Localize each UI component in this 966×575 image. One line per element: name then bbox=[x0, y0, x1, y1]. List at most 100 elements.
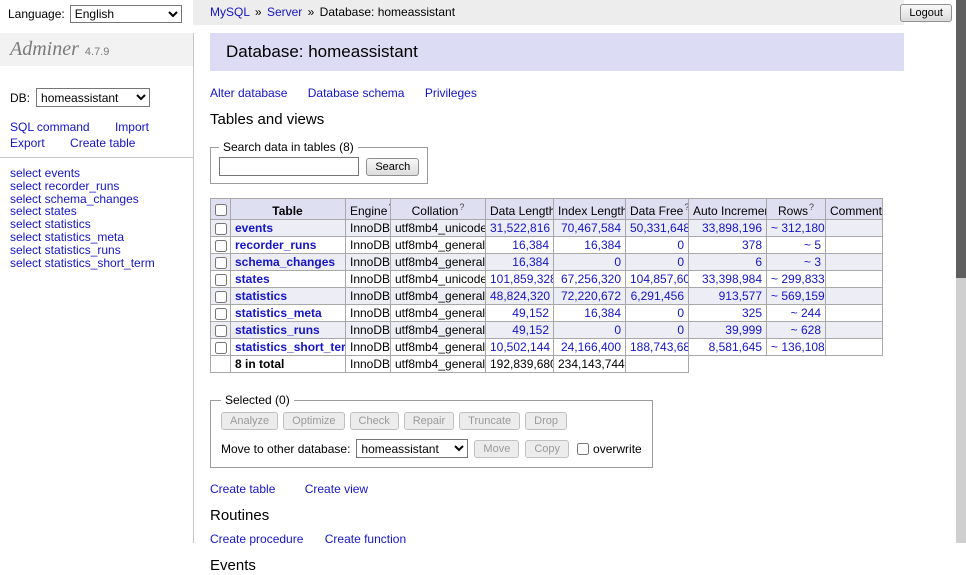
auto-increment-link[interactable]: 913,577 bbox=[719, 289, 762, 303]
routines-links: Create procedure Create function bbox=[210, 532, 904, 546]
rows-link[interactable]: ~ 244 bbox=[791, 306, 821, 320]
data-free-cell: 188,743,680 bbox=[626, 339, 689, 356]
row-checkbox[interactable] bbox=[215, 257, 227, 269]
table-name-link[interactable]: statistics_runs bbox=[235, 323, 320, 337]
index-length-link[interactable]: 67,256,320 bbox=[561, 272, 621, 286]
sidebar-links: SQL command Import Export Create table bbox=[0, 117, 193, 158]
selected-action-button: Check bbox=[350, 412, 399, 430]
privileges-link[interactable]: Privileges bbox=[425, 86, 477, 100]
data-free-link[interactable]: 0 bbox=[677, 255, 684, 269]
column-header-label: Auto Increment bbox=[693, 204, 767, 218]
vertical-scrollbar[interactable] bbox=[956, 0, 966, 543]
rows-link[interactable]: ~ 299,833 bbox=[771, 272, 825, 286]
rows-cell: ~ 5 bbox=[767, 237, 826, 254]
data-length-link[interactable]: 16,384 bbox=[512, 238, 549, 252]
row-checkbox[interactable] bbox=[215, 342, 227, 354]
index-length-link[interactable]: 72,220,672 bbox=[561, 289, 621, 303]
alter-database-link[interactable]: Alter database bbox=[210, 86, 287, 100]
create-view-link[interactable]: Create view bbox=[305, 482, 368, 496]
index-length-link[interactable]: 16,384 bbox=[584, 306, 621, 320]
data-length-link[interactable]: 101,859,328 bbox=[490, 272, 554, 286]
breadcrumb-mysql-link[interactable]: MySQL bbox=[210, 5, 250, 19]
auto-increment-link[interactable]: 8,581,645 bbox=[709, 340, 762, 354]
rows-link[interactable]: ~ 628 bbox=[791, 323, 821, 337]
rows-link[interactable]: ~ 312,180 bbox=[771, 221, 825, 235]
table-name-link[interactable]: statistics_short_term bbox=[235, 340, 346, 354]
sidebar-table-link[interactable]: select statistics_short_term bbox=[10, 257, 183, 270]
table-name-link[interactable]: recorder_runs bbox=[235, 238, 316, 252]
row-checkbox[interactable] bbox=[215, 240, 227, 252]
import-link[interactable]: Import bbox=[115, 120, 149, 134]
move-db-select[interactable]: homeassistant bbox=[356, 439, 468, 458]
auto-increment-link[interactable]: 33,398,984 bbox=[702, 272, 762, 286]
data-length-link[interactable]: 49,152 bbox=[512, 306, 549, 320]
data-length-link[interactable]: 10,502,144 bbox=[490, 340, 550, 354]
rows-link[interactable]: ~ 136,108 bbox=[771, 340, 825, 354]
language-select[interactable]: English bbox=[70, 5, 182, 23]
index-length-link[interactable]: 0 bbox=[614, 323, 621, 337]
auto-increment-link[interactable]: 33,898,196 bbox=[702, 221, 762, 235]
row-checkbox[interactable] bbox=[215, 223, 227, 235]
rows-link[interactable]: ~ 3 bbox=[804, 255, 821, 269]
row-checkbox[interactable] bbox=[215, 325, 227, 337]
overwrite-checkbox[interactable] bbox=[577, 443, 589, 455]
data-length-cell: 16,384 bbox=[486, 254, 554, 271]
scrollbar-thumb[interactable] bbox=[956, 0, 966, 278]
data-free-cell: 104,857,600 bbox=[626, 271, 689, 288]
table-name-link[interactable]: states bbox=[235, 272, 270, 286]
data-length-link[interactable]: 49,152 bbox=[512, 323, 549, 337]
data-free-link[interactable]: 104,857,600 bbox=[630, 272, 689, 286]
data-free-link[interactable]: 188,743,680 bbox=[630, 340, 689, 354]
engine-cell: InnoDB bbox=[346, 288, 391, 305]
data-length-link[interactable]: 48,824,320 bbox=[490, 289, 550, 303]
db-select[interactable]: homeassistant bbox=[36, 88, 150, 107]
auto-increment-link[interactable]: 39,999 bbox=[725, 323, 762, 337]
data-free-link[interactable]: 50,331,648 bbox=[630, 221, 689, 235]
rows-link[interactable]: ~ 5 bbox=[804, 238, 821, 252]
select-all-checkbox[interactable] bbox=[215, 204, 227, 216]
create-function-link[interactable]: Create function bbox=[325, 532, 406, 546]
data-length-link[interactable]: 16,384 bbox=[512, 255, 549, 269]
database-schema-link[interactable]: Database schema bbox=[308, 86, 405, 100]
create-table-link[interactable]: Create table bbox=[210, 482, 275, 496]
sidebar-table-link[interactable]: select recorder_runs bbox=[10, 180, 183, 193]
index-length-link[interactable]: 0 bbox=[614, 255, 621, 269]
row-checkbox[interactable] bbox=[215, 274, 227, 286]
data-free-link[interactable]: 0 bbox=[677, 306, 684, 320]
index-length-link[interactable]: 24,166,400 bbox=[561, 340, 621, 354]
adminer-logo-link[interactable]: Adminer bbox=[10, 38, 79, 61]
table-name-link[interactable]: schema_changes bbox=[235, 255, 335, 269]
search-button[interactable]: Search bbox=[366, 158, 419, 176]
row-checkbox[interactable] bbox=[215, 308, 227, 320]
row-checkbox[interactable] bbox=[215, 291, 227, 303]
export-link[interactable]: Export bbox=[10, 136, 45, 150]
data-free-link[interactable]: 0 bbox=[677, 238, 684, 252]
logout-button[interactable]: Logout bbox=[900, 4, 952, 22]
data-length-cell: 48,824,320 bbox=[486, 288, 554, 305]
data-length-link[interactable]: 31,522,816 bbox=[490, 221, 550, 235]
sidebar-table-link[interactable]: select events bbox=[10, 167, 183, 180]
rows-link[interactable]: ~ 569,159 bbox=[771, 289, 825, 303]
data-free-link[interactable]: 6,291,456 bbox=[631, 289, 684, 303]
sidebar-table-link[interactable]: select statistics_meta bbox=[10, 231, 183, 244]
sql-command-link[interactable]: SQL command bbox=[10, 120, 90, 134]
collation-cell: utf8mb4_general_ci bbox=[391, 254, 486, 271]
table-name-link[interactable]: statistics bbox=[235, 289, 287, 303]
collation-cell: utf8mb4_general_ci bbox=[391, 339, 486, 356]
index-length-link[interactable]: 70,467,584 bbox=[561, 221, 621, 235]
index-length-link[interactable]: 16,384 bbox=[584, 238, 621, 252]
search-input[interactable] bbox=[219, 157, 359, 176]
breadcrumb-server-link[interactable]: Server bbox=[267, 5, 302, 19]
table-name-link[interactable]: events bbox=[235, 221, 273, 235]
create-procedure-link[interactable]: Create procedure bbox=[210, 532, 303, 546]
row-check-cell bbox=[211, 254, 231, 271]
sidebar-table-link[interactable]: select statistics_runs bbox=[10, 244, 183, 257]
table-name-link[interactable]: statistics_meta bbox=[235, 306, 322, 320]
comment-cell bbox=[826, 322, 883, 339]
auto-increment-link[interactable]: 325 bbox=[742, 306, 762, 320]
table-row: statistics_runs InnoDB utf8mb4_general_c… bbox=[211, 322, 883, 339]
auto-increment-link[interactable]: 378 bbox=[742, 238, 762, 252]
data-free-link[interactable]: 0 bbox=[677, 323, 684, 337]
create-table-sidebar-link[interactable]: Create table bbox=[70, 136, 135, 150]
auto-increment-link[interactable]: 6 bbox=[755, 255, 762, 269]
